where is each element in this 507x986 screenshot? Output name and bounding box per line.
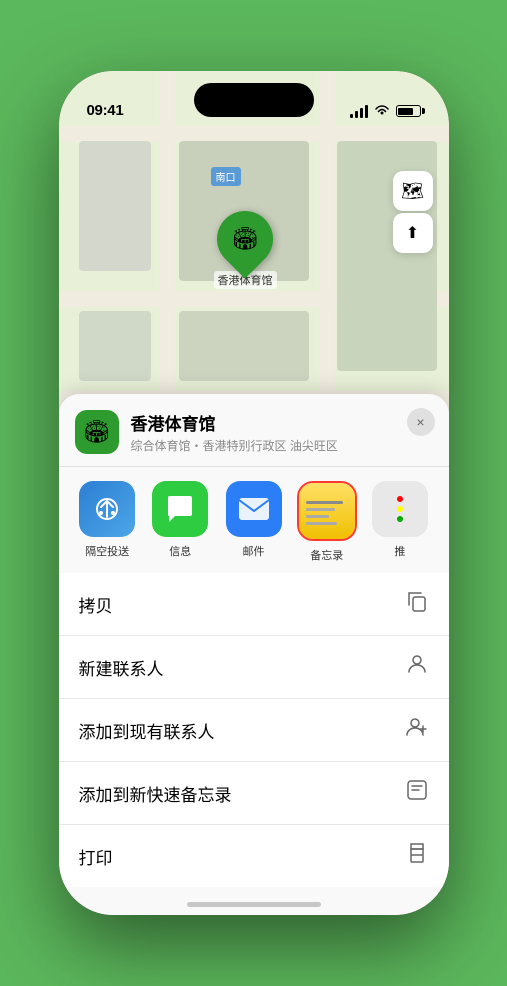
app-item-messages[interactable]: 信息 xyxy=(144,481,217,559)
apps-row: 隔空投送 信息 xyxy=(59,467,449,573)
location-arrow-icon: ⬆ xyxy=(406,223,419,243)
app-item-mail[interactable]: 邮件 xyxy=(217,481,290,559)
venue-info: 香港体育馆 综合体育馆・香港特别行政区 油尖旺区 xyxy=(131,410,433,454)
signal-bar-1 xyxy=(350,114,353,118)
map-controls: 🗺 ⬆ xyxy=(393,171,433,253)
signal-bar-2 xyxy=(355,111,358,118)
map-block-3 xyxy=(79,311,151,381)
notes-label: 备忘录 xyxy=(310,547,343,563)
phone-frame: 09:41 xyxy=(59,71,449,915)
messages-icon xyxy=(152,481,208,537)
more-dots xyxy=(397,496,403,522)
map-north-label: 南口 xyxy=(211,167,241,186)
status-icons xyxy=(350,103,421,119)
messages-label: 信息 xyxy=(169,543,191,559)
venue-description: 综合体育馆・香港特别行政区 油尖旺区 xyxy=(131,437,433,454)
copy-icon xyxy=(405,589,429,619)
print-icon xyxy=(405,841,429,871)
quick-note-icon xyxy=(405,778,429,808)
action-new-contact[interactable]: 新建联系人 xyxy=(59,636,449,699)
mail-label: 邮件 xyxy=(243,543,265,559)
signal-bar-4 xyxy=(365,105,368,118)
signal-bars xyxy=(350,105,368,118)
add-existing-label: 添加到现有联系人 xyxy=(79,718,215,743)
wifi-icon xyxy=(374,103,390,119)
new-contact-label: 新建联系人 xyxy=(79,655,164,680)
mail-icon xyxy=(226,481,282,537)
quick-note-label: 添加到新快速备忘录 xyxy=(79,781,232,806)
airdrop-label: 隔空投送 xyxy=(85,543,129,559)
venue-icon: 🏟 xyxy=(75,410,119,454)
add-contact-icon xyxy=(405,715,429,745)
app-item-notes[interactable]: 备忘录 xyxy=(290,481,363,563)
action-list: 拷贝 新建联系人 xyxy=(59,573,449,887)
home-indicator xyxy=(187,902,321,907)
more-label: 推 xyxy=(394,543,405,559)
home-indicator-area xyxy=(59,887,449,915)
map-type-button[interactable]: 🗺 xyxy=(393,171,433,211)
marker-pin: 🏟 xyxy=(205,199,284,278)
road-h1 xyxy=(59,126,449,142)
action-copy[interactable]: 拷贝 xyxy=(59,573,449,636)
map-type-icon: 🗺 xyxy=(401,181,424,202)
sheet-header: 🏟 香港体育馆 综合体育馆・香港特别行政区 油尖旺区 × xyxy=(59,394,449,467)
action-add-to-existing[interactable]: 添加到现有联系人 xyxy=(59,699,449,762)
map-block-4 xyxy=(179,311,309,381)
action-quick-note[interactable]: 添加到新快速备忘录 xyxy=(59,762,449,825)
battery-icon xyxy=(396,105,421,117)
app-item-more[interactable]: 推 xyxy=(363,481,436,559)
copy-label: 拷贝 xyxy=(79,592,113,617)
map-block-1 xyxy=(79,141,151,271)
action-print[interactable]: 打印 xyxy=(59,825,449,887)
app-item-airdrop[interactable]: 隔空投送 xyxy=(71,481,144,559)
venue-name: 香港体育馆 xyxy=(131,410,433,435)
phone-screen: 09:41 xyxy=(59,71,449,915)
bottom-sheet: 🏟 香港体育馆 综合体育馆・香港特别行政区 油尖旺区 × xyxy=(59,394,449,915)
stadium-marker[interactable]: 🏟 香港体育馆 xyxy=(214,211,277,289)
more-icon xyxy=(372,481,428,537)
notes-icon xyxy=(299,483,355,539)
close-button[interactable]: × xyxy=(407,408,435,436)
location-button[interactable]: ⬆ xyxy=(393,213,433,253)
stadium-icon: 🏟 xyxy=(231,226,259,252)
airdrop-icon xyxy=(79,481,135,537)
dynamic-island xyxy=(194,83,314,117)
signal-bar-3 xyxy=(360,108,363,118)
print-label: 打印 xyxy=(79,844,113,869)
new-contact-icon xyxy=(405,652,429,682)
status-time: 09:41 xyxy=(87,102,124,119)
